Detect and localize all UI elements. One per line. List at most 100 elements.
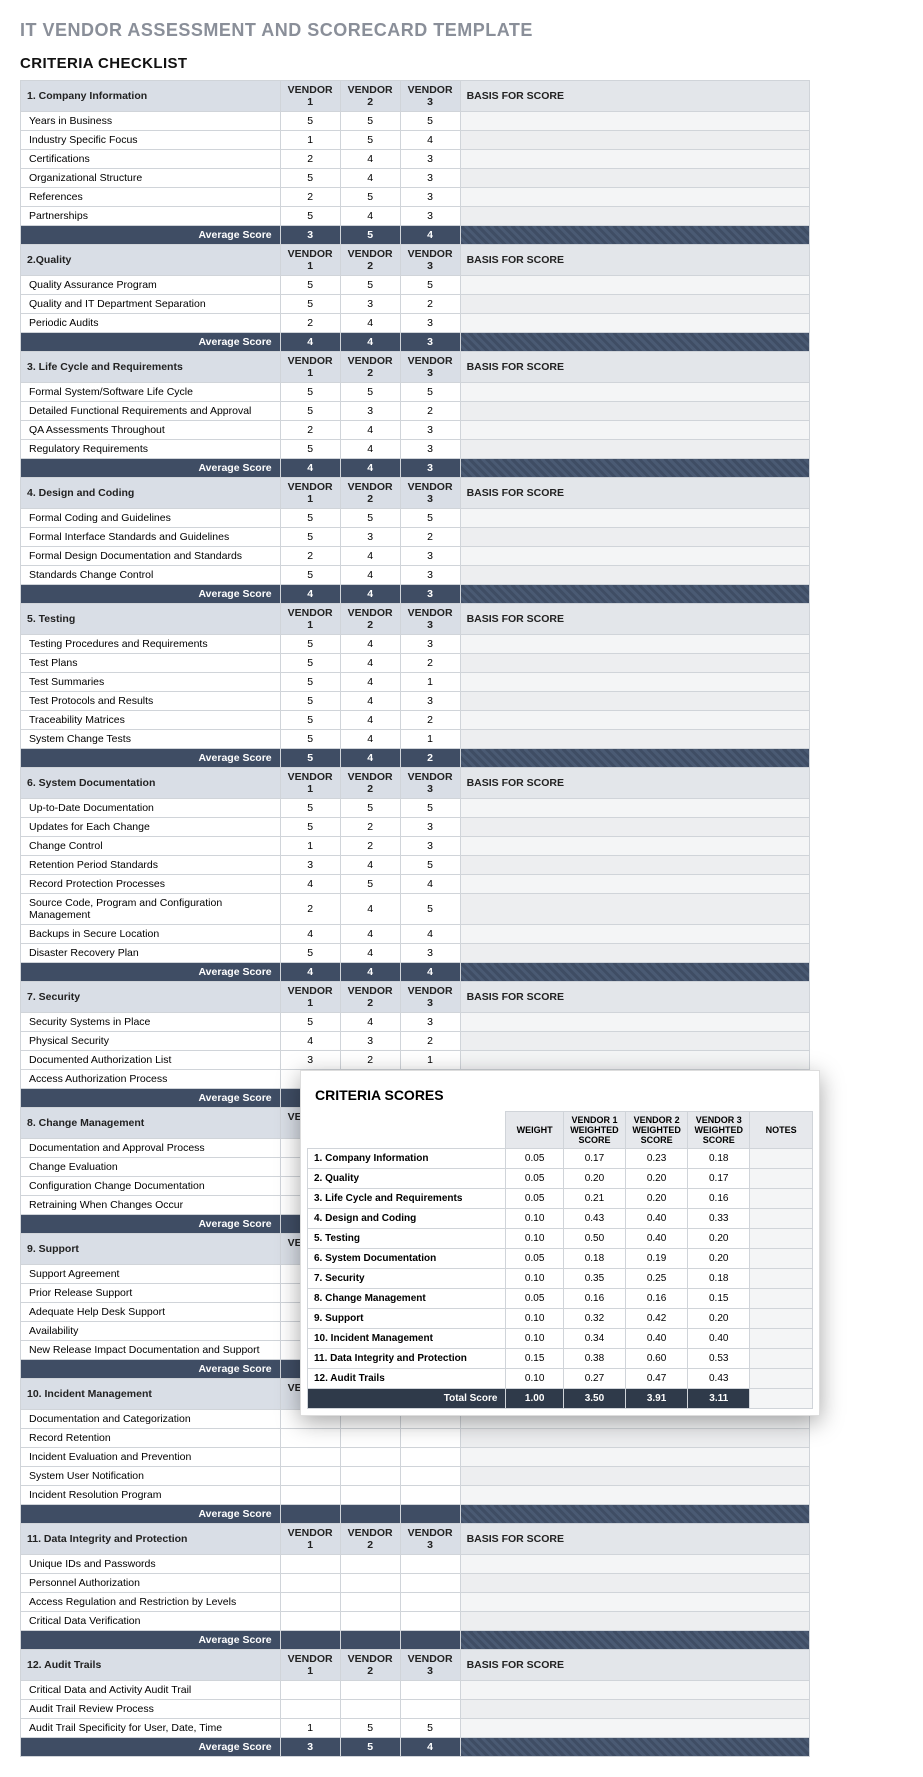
weight-cell: 0.10 — [506, 1329, 563, 1349]
col-vendor3: VENDOR 3 — [400, 604, 460, 635]
table-row: Retention Period Standards345 — [21, 856, 810, 875]
criteria-label: Configuration Change Documentation — [21, 1177, 281, 1196]
basis-cell — [460, 402, 809, 421]
basis-cell — [460, 1013, 809, 1032]
section-title: 7. Security — [21, 982, 281, 1013]
score-cell: 3 — [400, 1013, 460, 1032]
basis-cell — [460, 944, 809, 963]
avg-cell: 2 — [400, 749, 460, 768]
score-cell: 5 — [340, 1719, 400, 1738]
basis-cell — [460, 131, 809, 150]
table-row: Source Code, Program and Configuration M… — [21, 894, 810, 925]
table-row: Regulatory Requirements543 — [21, 440, 810, 459]
basis-cell — [460, 509, 809, 528]
score-cell: 5 — [280, 944, 340, 963]
section-title: 11. Data Integrity and Protection — [21, 1524, 281, 1555]
avg-label: Average Score — [21, 1089, 281, 1108]
criteria-label: Documentation and Categorization — [21, 1410, 281, 1429]
average-row: Average Score443 — [21, 585, 810, 604]
score-cell: 5 — [280, 818, 340, 837]
table-row: Change Control123 — [21, 837, 810, 856]
criteria-label: Change Evaluation — [21, 1158, 281, 1177]
section-header: 7. SecurityVENDOR 1VENDOR 2VENDOR 3BASIS… — [21, 982, 810, 1013]
criteria-label: Access Regulation and Restriction by Lev… — [21, 1593, 281, 1612]
section-title: 3. Life Cycle and Requirements — [21, 352, 281, 383]
score-cell: 2 — [280, 421, 340, 440]
notes-cell — [750, 1249, 813, 1269]
score-cell — [400, 1448, 460, 1467]
average-row: Average Score443 — [21, 333, 810, 352]
scores-row: 11. Data Integrity and Protection0.150.3… — [308, 1349, 813, 1369]
score-cell: 2 — [280, 894, 340, 925]
avg-label: Average Score — [21, 459, 281, 478]
score-cell — [280, 1681, 340, 1700]
v3-header: VENDOR 3 WEIGHTED SCORE — [688, 1112, 750, 1149]
weighted-cell: 0.42 — [626, 1309, 688, 1329]
score-cell: 5 — [280, 635, 340, 654]
table-row: References253 — [21, 188, 810, 207]
scores-criteria: 12. Audit Trails — [308, 1369, 506, 1389]
total-cell: 3.91 — [626, 1389, 688, 1409]
criteria-label: Record Protection Processes — [21, 875, 281, 894]
basis-cell — [460, 1555, 809, 1574]
weighted-cell: 0.16 — [688, 1189, 750, 1209]
score-cell — [340, 1700, 400, 1719]
score-cell: 3 — [340, 402, 400, 421]
score-cell: 4 — [340, 207, 400, 226]
weighted-cell: 0.25 — [626, 1269, 688, 1289]
score-cell — [400, 1555, 460, 1574]
basis-cell — [460, 654, 809, 673]
avg-cell: 4 — [340, 963, 400, 982]
criteria-label: Standards Change Control — [21, 566, 281, 585]
avg-cell: 4 — [400, 1738, 460, 1757]
criteria-label: Disaster Recovery Plan — [21, 944, 281, 963]
notes-cell — [750, 1169, 813, 1189]
score-cell — [340, 1574, 400, 1593]
criteria-label: Formal System/Software Life Cycle — [21, 383, 281, 402]
score-cell: 2 — [400, 528, 460, 547]
criteria-label: References — [21, 188, 281, 207]
avg-cell: 5 — [340, 226, 400, 245]
basis-cell — [460, 635, 809, 654]
avg-basis — [460, 333, 809, 352]
criteria-label: Incident Resolution Program — [21, 1486, 281, 1505]
weighted-cell: 0.15 — [688, 1289, 750, 1309]
score-cell: 4 — [340, 654, 400, 673]
score-cell: 5 — [340, 112, 400, 131]
notes-cell — [750, 1289, 813, 1309]
weighted-cell: 0.38 — [563, 1349, 625, 1369]
total-cell: 3.11 — [688, 1389, 750, 1409]
criteria-label: Test Summaries — [21, 673, 281, 692]
avg-cell: 5 — [340, 1738, 400, 1757]
score-cell: 4 — [280, 925, 340, 944]
col-vendor3: VENDOR 3 — [400, 982, 460, 1013]
col-vendor1: VENDOR 1 — [280, 982, 340, 1013]
score-cell: 5 — [400, 856, 460, 875]
table-row: Periodic Audits243 — [21, 314, 810, 333]
basis-cell — [460, 1467, 809, 1486]
basis-cell — [460, 730, 809, 749]
avg-cell: 3 — [400, 459, 460, 478]
criteria-label: Security Systems in Place — [21, 1013, 281, 1032]
basis-cell — [460, 1593, 809, 1612]
notes-header: NOTES — [750, 1112, 813, 1149]
score-cell: 3 — [400, 818, 460, 837]
scores-title: CRITERIA SCORES — [307, 1077, 813, 1111]
score-cell: 4 — [340, 730, 400, 749]
score-cell — [280, 1700, 340, 1719]
total-notes — [750, 1389, 813, 1409]
score-cell: 1 — [400, 730, 460, 749]
scores-row: 9. Support0.100.320.420.20 — [308, 1309, 813, 1329]
weight-header: WEIGHT — [506, 1112, 563, 1149]
notes-cell — [750, 1309, 813, 1329]
score-cell: 1 — [400, 1051, 460, 1070]
score-cell: 5 — [280, 730, 340, 749]
score-cell: 5 — [400, 112, 460, 131]
table-row: Test Summaries541 — [21, 673, 810, 692]
score-cell: 5 — [340, 799, 400, 818]
score-cell: 1 — [280, 131, 340, 150]
score-cell: 2 — [340, 837, 400, 856]
avg-cell: 4 — [280, 585, 340, 604]
avg-basis — [460, 1505, 809, 1524]
scores-criteria: 11. Data Integrity and Protection — [308, 1349, 506, 1369]
